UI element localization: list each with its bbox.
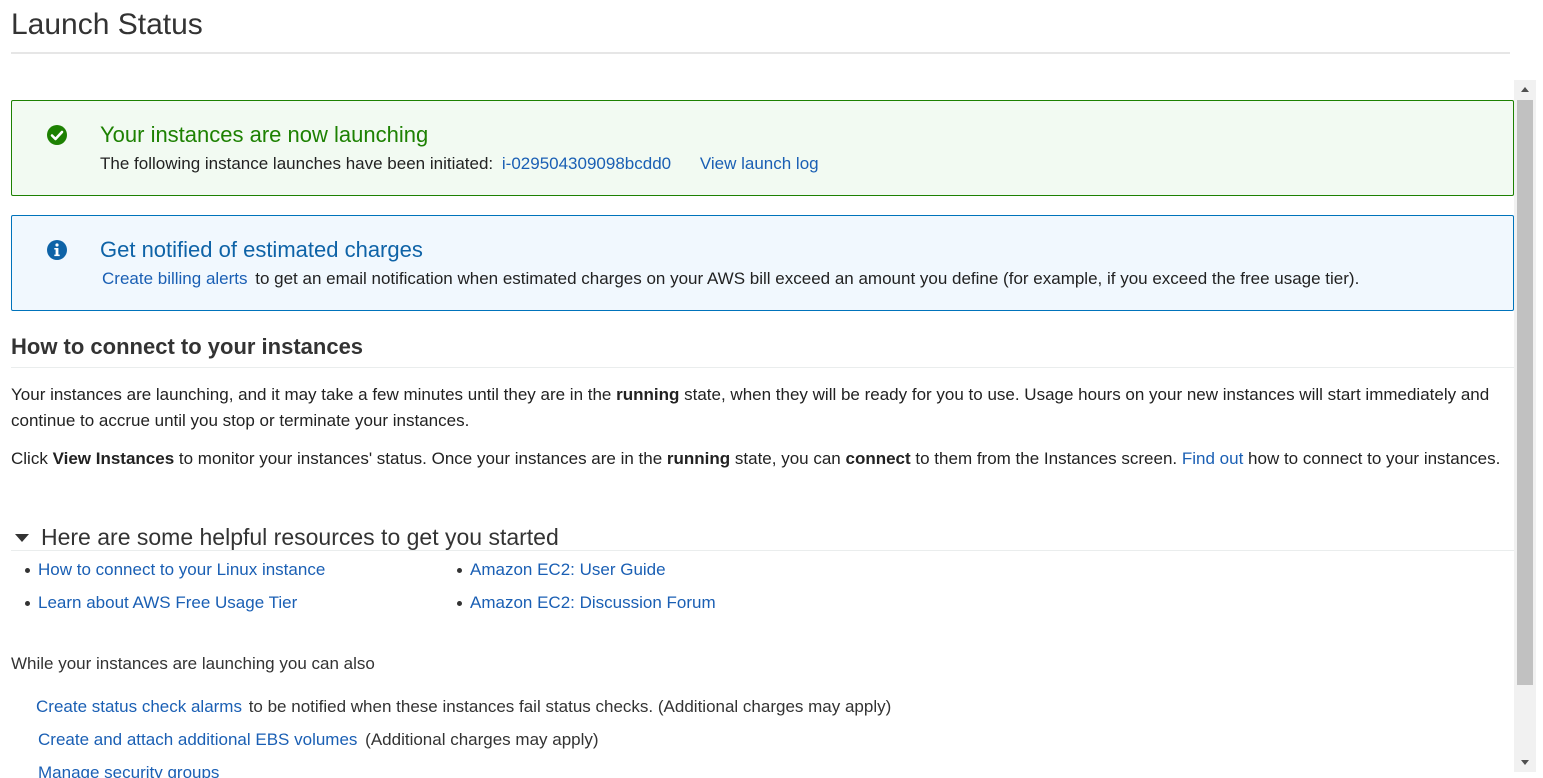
billing-info-alert: Get notified of estimated charges Create… — [11, 215, 1514, 311]
launch-status-page: Launch Status Your instances are now lau… — [0, 0, 1543, 778]
view-launch-log-link[interactable]: View launch log — [700, 154, 819, 173]
scrollbar-thumb[interactable] — [1517, 100, 1533, 685]
user-guide-link[interactable]: Amazon EC2: User Guide — [470, 560, 666, 579]
resources-heading: Here are some helpful resources to get y… — [41, 524, 559, 550]
resources-list-left: How to connect to your Linux instance Le… — [18, 559, 325, 625]
action-text: to be notified when these instances fail… — [248, 697, 892, 716]
security-groups-link[interactable]: Manage security groups — [38, 763, 219, 778]
success-alert: Your instances are now launching The fol… — [11, 100, 1514, 196]
free-tier-link[interactable]: Learn about AWS Free Usage Tier — [38, 593, 297, 612]
vertical-scrollbar[interactable] — [1514, 80, 1536, 772]
resources-list-right: Amazon EC2: User Guide Amazon EC2: Discu… — [450, 559, 716, 625]
p2-text-h: how to connect to your instances. — [1248, 449, 1501, 468]
status-check-alarms-link[interactable]: Create status check alarms — [36, 697, 242, 716]
connect-divider — [11, 367, 1514, 368]
p2-text-c: to monitor your instances' status. Once … — [178, 449, 663, 468]
success-text: The following instance launches have bee… — [100, 154, 494, 173]
list-item: Learn about AWS Free Usage Tier — [18, 592, 325, 625]
resources-toggle[interactable]: Here are some helpful resources to get y… — [13, 524, 559, 551]
also-heading: While your instances are launching you c… — [11, 654, 375, 673]
success-body: The following instance launches have bee… — [100, 154, 819, 174]
p2-text-g: to them from the Instances screen. — [915, 449, 1178, 468]
billing-text: to get an email notification when estima… — [255, 269, 1360, 288]
caret-down-icon — [15, 533, 29, 542]
p2-running: running — [666, 449, 731, 468]
action-item: Create and attach additional EBS volumes… — [38, 730, 599, 750]
p2-text-a: Click — [11, 449, 48, 468]
resources-divider — [11, 550, 1514, 551]
linux-connect-link[interactable]: How to connect to your Linux instance — [38, 560, 325, 579]
connect-heading: How to connect to your instances — [11, 334, 364, 359]
list-item: How to connect to your Linux instance — [18, 559, 325, 592]
instance-id-link[interactable]: i-029504309098bcdd0 — [502, 154, 671, 173]
scroll-up-icon[interactable] — [1514, 80, 1536, 98]
create-billing-alerts-link[interactable]: Create billing alerts — [102, 269, 248, 288]
list-item: Amazon EC2: Discussion Forum — [450, 592, 716, 625]
p1-running: running — [616, 385, 680, 404]
title-divider — [11, 52, 1510, 54]
billing-body: Create billing alerts to get an email no… — [102, 269, 1359, 289]
page-title: Launch Status — [11, 8, 203, 41]
action-text: (Additional charges may apply) — [365, 730, 599, 749]
check-circle-icon — [47, 125, 67, 145]
success-heading: Your instances are now launching — [100, 122, 429, 147]
find-out-link[interactable]: Find out — [1182, 449, 1243, 468]
scroll-content: Your instances are now launching The fol… — [0, 80, 1514, 778]
billing-heading: Get notified of estimated charges — [100, 237, 423, 262]
info-icon — [47, 240, 67, 260]
p2-text-e: state, you can — [734, 449, 841, 468]
list-item: Amazon EC2: User Guide — [450, 559, 716, 592]
action-item: Create status check alarms to be notifie… — [36, 697, 891, 717]
connect-paragraph-1: Your instances are launching, and it may… — [11, 382, 1511, 434]
scroll-down-icon[interactable] — [1514, 754, 1536, 772]
ebs-volumes-link[interactable]: Create and attach additional EBS volumes — [38, 730, 357, 749]
connect-paragraph-2: Click View Instances to monitor your ins… — [11, 446, 1511, 472]
p2-view-instances: View Instances — [52, 449, 175, 468]
discussion-forum-link[interactable]: Amazon EC2: Discussion Forum — [470, 593, 716, 612]
p2-connect: connect — [845, 449, 911, 468]
action-item: Manage security groups — [38, 763, 219, 778]
p1-text-a: Your instances are launching, and it may… — [11, 385, 612, 404]
